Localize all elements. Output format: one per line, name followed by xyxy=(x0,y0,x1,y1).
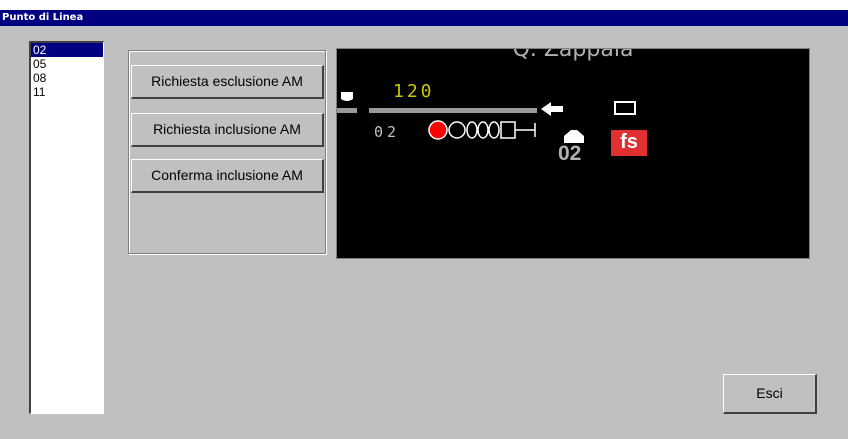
list-item[interactable]: 02 xyxy=(31,43,103,57)
status-box-icon xyxy=(614,101,636,115)
track-id: 02 xyxy=(374,123,401,141)
list-item[interactable]: 08 xyxy=(31,71,103,85)
request-exclusion-am-button[interactable]: Richiesta esclusione AM xyxy=(131,65,324,99)
direction-arrow-icon xyxy=(541,102,563,116)
am-commands-panel: Richiesta esclusione AM Richiesta inclus… xyxy=(128,50,326,254)
window-title: Punto di Linea xyxy=(0,10,848,26)
confirm-inclusion-am-button[interactable]: Conferma inclusione AM xyxy=(131,159,324,193)
exit-button[interactable]: Esci xyxy=(723,374,817,414)
list-item[interactable]: 05 xyxy=(31,57,103,71)
station-name: Q. Zappala xyxy=(512,48,634,62)
fs-badge: fs xyxy=(611,130,647,156)
speed-limit: 120 xyxy=(393,81,435,102)
track-segment xyxy=(369,108,537,113)
signal-head-icon xyxy=(428,120,536,140)
line-point-list[interactable]: 02 05 08 11 xyxy=(29,41,104,414)
line-point-number: 02 xyxy=(558,142,582,165)
track-end-marker-icon xyxy=(337,92,357,113)
request-inclusion-am-button[interactable]: Richiesta inclusione AM xyxy=(131,113,324,147)
synoptic-display: Q. Zappala 120 02 02 fs xyxy=(336,48,810,259)
punto-di-linea-window: Punto di Linea 02 05 08 11 Richiesta esc… xyxy=(0,10,848,439)
list-item[interactable]: 11 xyxy=(31,85,103,99)
